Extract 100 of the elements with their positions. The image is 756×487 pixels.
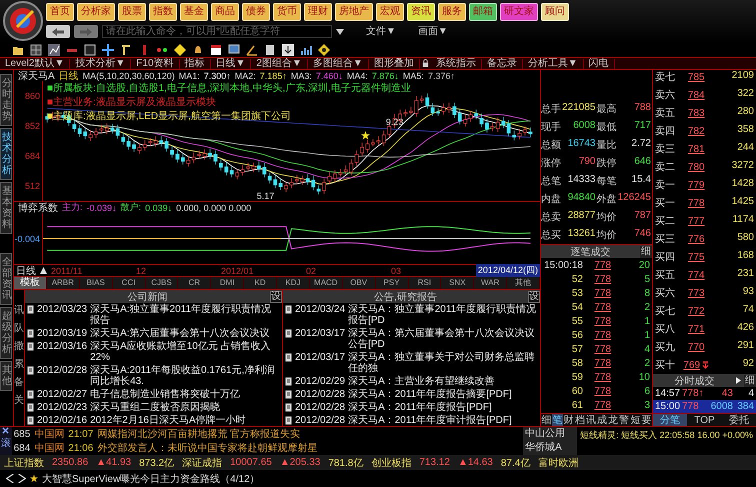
menu-button[interactable]: 房地产 — [335, 3, 373, 21]
menu-button[interactable]: 指数 — [149, 3, 177, 21]
function-tab[interactable]: 指标 — [180, 58, 211, 69]
panel-tab[interactable]: 成 — [596, 414, 608, 427]
function-tab[interactable]: 备忘录 — [482, 58, 523, 69]
function-tab[interactable]: 分析工具▼ — [522, 58, 584, 69]
bell-icon[interactable] — [192, 44, 204, 56]
calendar-icon[interactable] — [210, 44, 222, 56]
panel-tab[interactable]: 要 — [640, 414, 652, 427]
trade-row[interactable]: 14:57 778↑ 43 4 — [653, 387, 756, 400]
indicator-tab[interactable]: SNX — [441, 277, 474, 289]
side-tab[interactable]: 技术分析 — [0, 128, 12, 180]
panel-tab[interactable]: 短 — [630, 414, 641, 427]
news-title[interactable]: 深天马A：独立董事2011年度履行职责情况报告[PD — [348, 304, 538, 326]
news-side-tab[interactable]: 备 — [14, 378, 24, 388]
indicator-tab[interactable]: KDJ — [277, 277, 310, 289]
download-icon[interactable] — [282, 44, 294, 56]
function-tab[interactable]: 多图组合▼ — [308, 58, 369, 69]
logo-icon[interactable] — [3, 1, 43, 41]
menu-button[interactable]: 基金 — [180, 3, 208, 21]
index-name[interactable]: 上证指数 — [4, 456, 44, 470]
detail-button[interactable]: 细 — [640, 246, 652, 258]
monitor-icon[interactable] — [228, 44, 240, 56]
index-name[interactable]: 深证成指 — [182, 456, 222, 470]
function-tab[interactable]: Level2默认▼ — [0, 58, 70, 69]
menu-button[interactable]: 宏观 — [376, 3, 404, 21]
function-tab[interactable]: 闪电 — [584, 58, 615, 69]
news-title[interactable]: 深天马A：独立董事关于对公司财务总监聘任的独 — [348, 352, 538, 374]
news-title[interactable]: 深天马A：2011年年度报告摘要[PDF] — [348, 389, 512, 400]
close-icon[interactable] — [2, 427, 10, 434]
panel-tab[interactable]: 财 — [563, 414, 574, 427]
crosshair-icon[interactable] — [102, 44, 114, 56]
function-tab[interactable]: 技术分析▼ — [70, 58, 132, 69]
next-icon[interactable] — [18, 474, 26, 483]
triangle-icon[interactable] — [40, 267, 47, 274]
watchlist-item[interactable]: 中山公用 — [523, 427, 578, 441]
indicator-tab[interactable]: DMI — [211, 277, 244, 289]
menu-button[interactable]: 理财 — [304, 3, 332, 21]
menu-button[interactable]: 服务 — [438, 3, 466, 21]
indicator-tab[interactable]: KD — [244, 277, 277, 289]
function-tab[interactable]: 2图组合▼ — [251, 58, 308, 69]
menu-button[interactable]: 货币 — [273, 3, 301, 21]
menu-button[interactable]: 顾问 — [541, 3, 569, 21]
menu-button[interactable]: 债券 — [242, 3, 270, 21]
angle-icon[interactable] — [246, 44, 258, 56]
indicator-tab[interactable]: OBV — [342, 277, 376, 289]
news-title[interactable]: 深天马A：2011年年度报告[PDF] — [348, 402, 492, 413]
panel-tab[interactable]: 细 — [541, 414, 552, 427]
function-tab[interactable]: 日线▼ — [210, 58, 252, 69]
menu-button[interactable]: 资讯 — [407, 3, 435, 21]
bar-chart-icon[interactable] — [300, 44, 312, 56]
menu-button[interactable]: 股票 — [118, 3, 146, 21]
news-title[interactable]: 深天马A:独立董事2011年度履行职责情况报告 — [90, 304, 280, 326]
headline-link[interactable]: 大智慧SuperView曝光今日主力资金路线（4/12） — [42, 472, 260, 486]
panel-tab[interactable]: 分笔 — [653, 414, 688, 427]
menu-button[interactable]: 邮箱 — [469, 3, 497, 21]
menu-button[interactable]: 分析家 — [77, 3, 115, 21]
indicator-tab[interactable]: CJBS — [146, 277, 178, 289]
indicator-tab[interactable]: MACD — [310, 277, 343, 289]
panel-tab[interactable]: TOP — [687, 414, 722, 427]
news-headline[interactable]: 网媒指河北沙河百亩耕地撂荒 官方称报道失实 — [97, 427, 300, 441]
detail-button[interactable]: 细 — [744, 374, 756, 386]
window-icon[interactable] — [84, 44, 96, 56]
news-title[interactable]: 2012年2月16日深天马A停牌一小时 — [90, 415, 246, 426]
side-tab[interactable]: 全部资讯 — [0, 252, 12, 304]
panel-tab[interactable]: 档 — [574, 414, 586, 427]
indicator-tab[interactable]: RSI — [408, 277, 442, 289]
news-side-tab[interactable]: 累 — [14, 360, 24, 370]
function-tab[interactable]: 图形叠加 — [368, 58, 420, 69]
side-tab[interactable]: 基本资料 — [0, 182, 12, 234]
settings-button[interactable]: 设 — [270, 290, 282, 302]
side-tab[interactable]: 分时走势 — [0, 74, 12, 126]
news-side-tab[interactable]: 关 — [14, 396, 24, 406]
indicator-tab[interactable]: ARBR — [46, 277, 80, 289]
diamond-icon[interactable] — [318, 44, 330, 56]
indicator-tab[interactable]: WAR — [474, 277, 508, 289]
previous-icon[interactable] — [6, 474, 14, 483]
news-title[interactable]: 深天马重组二度被否原因揭晓 — [90, 402, 220, 413]
indicator-tab[interactable]: 模板 — [14, 277, 47, 289]
chart-icon[interactable] — [48, 44, 60, 56]
news-title[interactable]: 深天马A：2011年年度审计报告[PDF] — [348, 415, 512, 426]
star-icon[interactable] — [30, 474, 38, 483]
news-title[interactable]: 深天马A:第六届董事会第十八次会议决议 — [90, 328, 270, 339]
function-tab[interactable]: F10资料 — [131, 58, 180, 69]
index-name[interactable]: 富时欧洲 — [538, 456, 578, 470]
news-side-tab[interactable]: 队 — [14, 324, 24, 334]
news-title[interactable]: 深天马A：主营业务有望继续改善 — [348, 376, 495, 387]
ruler-icon[interactable] — [120, 44, 132, 56]
indicator-tab[interactable]: CCI — [112, 277, 146, 289]
panel-tab[interactable]: 笔 — [552, 414, 564, 427]
lock-icon[interactable] — [422, 59, 429, 68]
news-headline[interactable]: 外交部发言人：未听说中国专家将赴朝鲜观摩射星 — [97, 441, 318, 455]
news-title[interactable]: 深天马A应收账款增至10亿元 占销售收入22% — [90, 341, 280, 363]
function-tab[interactable]: 系统指示 — [430, 58, 482, 69]
menu-item[interactable]: 画面▼ — [418, 26, 448, 36]
back-arrow-icon[interactable] — [51, 26, 65, 36]
index-name[interactable]: 创业板指 — [371, 456, 412, 470]
play-icon[interactable] — [736, 377, 741, 384]
news-side-tab[interactable]: 撒 — [14, 342, 24, 352]
diamond-icon[interactable] — [174, 44, 186, 56]
